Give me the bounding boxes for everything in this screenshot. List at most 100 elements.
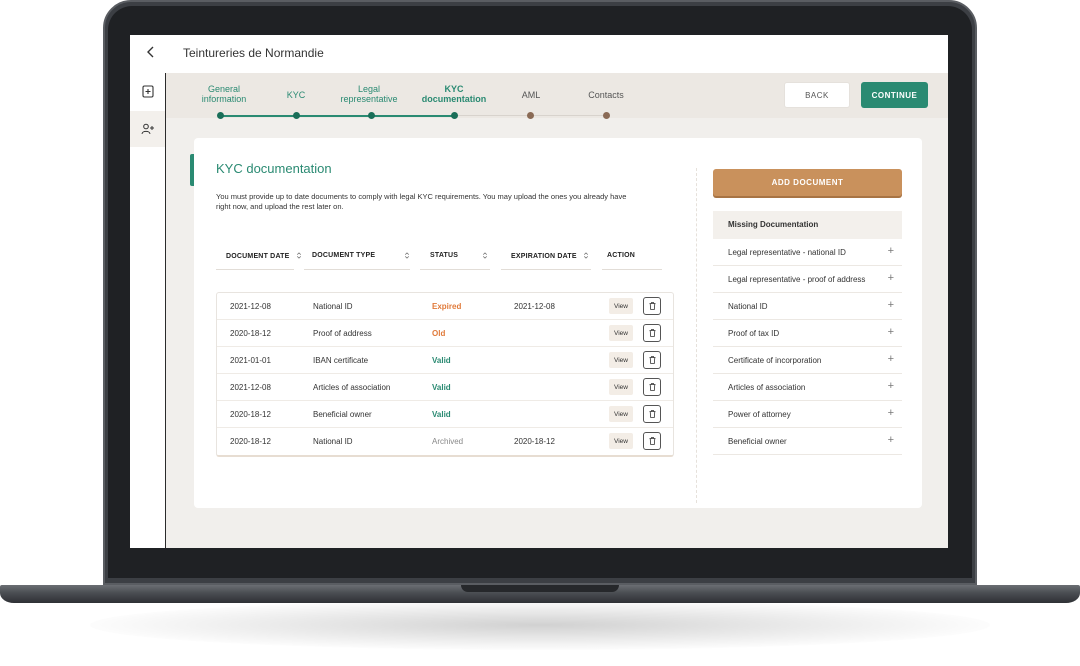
plus-icon[interactable]: + [888, 300, 894, 311]
view-button[interactable]: View [609, 379, 633, 395]
header-label: ACTION [607, 252, 636, 259]
header-underline [304, 269, 410, 270]
trash-icon [649, 302, 655, 310]
stepper-progress-line [220, 115, 454, 117]
missing-item[interactable]: Certificate of incorporation + [713, 347, 902, 374]
header-underline [602, 269, 662, 270]
cell-type: Beneficial owner [313, 410, 372, 419]
laptop-bezel-bottom [108, 548, 972, 578]
status-badge: Archived [432, 437, 464, 446]
missing-item-label: Legal representative - national ID [728, 248, 846, 257]
missing-item[interactable]: Power of attorney + [713, 401, 902, 428]
cell-date: 2021-01-01 [230, 356, 271, 365]
table-row: 2021-12-08 National ID Expired 2021-12-0… [217, 293, 673, 320]
missing-documentation-title: Missing Documentation [713, 211, 902, 239]
delete-button[interactable] [643, 351, 661, 369]
header-underline [501, 269, 591, 270]
missing-item[interactable]: Proof of tax ID + [713, 320, 902, 347]
view-button[interactable]: View [609, 325, 633, 341]
status-badge: Valid [432, 410, 451, 419]
column-header-document-date[interactable]: DOCUMENT DATE [226, 252, 302, 260]
status-badge: Expired [432, 302, 462, 311]
document-plus-icon [141, 84, 154, 98]
step-dot [603, 112, 610, 119]
cell-date: 2020-18-12 [230, 437, 271, 446]
column-header-expiration-date[interactable]: EXPIRATION DATE [511, 252, 589, 260]
header-underline [216, 269, 294, 270]
view-button[interactable]: View [609, 352, 633, 368]
plus-icon[interactable]: + [888, 381, 894, 392]
missing-item-label: Proof of tax ID [728, 329, 780, 338]
step-dot [527, 112, 534, 119]
step-dot [368, 112, 375, 119]
add-user-icon [141, 123, 154, 135]
step-general-information[interactable]: General information [196, 84, 252, 104]
plus-icon[interactable]: + [888, 273, 894, 284]
delete-button[interactable] [643, 324, 661, 342]
cell-date: 2021-12-08 [230, 383, 271, 392]
column-header-document-type[interactable]: DOCUMENT TYPE [312, 252, 375, 259]
add-document-button[interactable]: ADD DOCUMENT [713, 169, 902, 196]
header-label: DOCUMENT DATE [226, 253, 290, 260]
laptop-screen: Teintureries de Normandie General inform… [130, 35, 948, 548]
plus-icon[interactable]: + [888, 435, 894, 446]
step-aml[interactable]: AML [511, 90, 551, 100]
documents-table: 2021-12-08 National ID Expired 2021-12-0… [216, 292, 674, 457]
back-button[interactable]: BACK [784, 82, 850, 108]
laptop-base-notch [461, 585, 619, 592]
table-row: 2020-18-12 National ID Archived 2020-18-… [217, 428, 673, 455]
sidebar-item-documents[interactable] [130, 73, 165, 109]
plus-icon[interactable]: + [888, 408, 894, 419]
column-header-status[interactable]: STATUS [430, 252, 458, 259]
header-label: STATUS [430, 252, 459, 259]
delete-button[interactable] [643, 405, 661, 423]
cell-type: IBAN certificate [313, 356, 369, 365]
sort-icon [483, 252, 487, 259]
view-button[interactable]: View [609, 406, 633, 422]
back-arrow-icon[interactable] [142, 44, 160, 64]
sort-icon [583, 252, 588, 259]
missing-item-label: Legal representative - proof of address [728, 275, 866, 284]
missing-item-label: National ID [728, 302, 768, 311]
section-title: KYC documentation [216, 161, 332, 176]
step-label: Contacts [588, 90, 624, 100]
plus-icon[interactable]: + [888, 246, 894, 257]
step-legal-representative[interactable]: Legal representative [334, 84, 404, 104]
delete-button[interactable] [643, 378, 661, 396]
step-label: KYC [444, 84, 464, 94]
missing-item[interactable]: Legal representative - national ID + [713, 239, 902, 266]
step-kyc-documentation[interactable]: KYC documentation [416, 84, 492, 104]
cell-expiration: 2020-18-12 [514, 437, 555, 446]
step-contacts[interactable]: Contacts [578, 90, 634, 100]
step-dot [451, 112, 458, 119]
sidebar-item-users[interactable] [130, 111, 165, 147]
cell-expiration: 2021-12-08 [514, 302, 555, 311]
sort-icon [296, 252, 301, 259]
delete-button[interactable] [643, 297, 661, 315]
step-kyc[interactable]: KYC [276, 90, 316, 100]
missing-item[interactable]: Beneficial owner + [713, 428, 902, 455]
plus-icon[interactable]: + [888, 327, 894, 338]
status-badge: Valid [432, 356, 451, 365]
missing-item[interactable]: National ID + [713, 293, 902, 320]
column-divider [696, 168, 697, 503]
continue-button[interactable]: CONTINUE [861, 82, 928, 108]
view-button[interactable]: View [609, 298, 633, 314]
missing-item[interactable]: Legal representative - proof of address … [713, 266, 902, 293]
table-header: DOCUMENT DATE DOCUMENT TYPE STATUS EXPIR… [216, 242, 662, 270]
cell-date: 2021-12-08 [230, 302, 271, 311]
step-dot [293, 112, 300, 119]
missing-item[interactable]: Articles of association + [713, 374, 902, 401]
plus-icon[interactable]: + [888, 354, 894, 365]
cell-type: National ID [313, 302, 353, 311]
view-button[interactable]: View [609, 433, 633, 449]
status-badge: Old [432, 329, 446, 338]
step-label: KYC [286, 90, 306, 100]
step-label: information [201, 94, 247, 104]
kyc-documentation-card: KYC documentation You must provide up to… [194, 138, 922, 508]
status-badge: Valid [432, 383, 451, 392]
table-row: 2020-18-12 Beneficial owner Valid View [217, 401, 673, 428]
trash-icon [649, 356, 655, 364]
delete-button[interactable] [643, 432, 661, 450]
missing-item-label: Articles of association [728, 383, 806, 392]
